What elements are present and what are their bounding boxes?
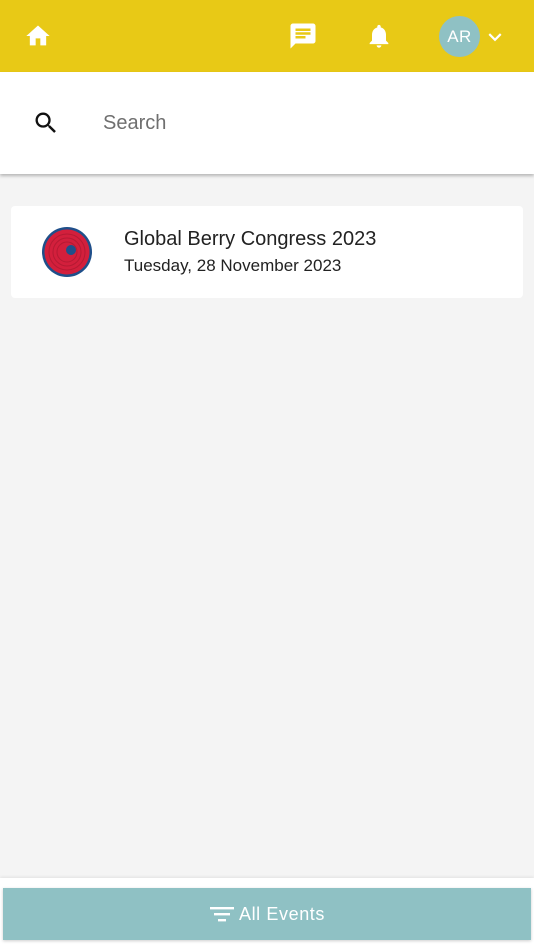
- messages-button[interactable]: [283, 16, 323, 56]
- bell-icon: [369, 24, 389, 48]
- home-icon: [26, 25, 50, 46]
- target-logo-icon: [42, 227, 92, 277]
- top-app-bar: AR: [0, 0, 534, 72]
- home-button[interactable]: [18, 16, 58, 56]
- chat-icon: [290, 23, 316, 49]
- account-menu-toggle[interactable]: [482, 24, 508, 50]
- event-date: Tuesday, 28 November 2023: [124, 256, 342, 275]
- bottom-bar: All Events: [0, 878, 534, 950]
- search-input[interactable]: [103, 100, 503, 146]
- notifications-button[interactable]: [359, 16, 399, 56]
- chevron-down-icon: [488, 33, 502, 42]
- app-root: AR Global Berry Congress 2023 Tuesday, 2…: [0, 0, 534, 950]
- user-avatar[interactable]: AR: [439, 16, 480, 57]
- search-icon[interactable]: [32, 109, 60, 137]
- all-events-label: All Events: [238, 903, 326, 924]
- event-card[interactable]: Global Berry Congress 2023 Tuesday, 28 N…: [11, 206, 523, 298]
- event-title: Global Berry Congress 2023: [124, 228, 377, 250]
- filter-icon: [209, 907, 234, 922]
- all-events-button[interactable]: All Events: [3, 888, 531, 940]
- avatar-initials: AR: [447, 26, 472, 46]
